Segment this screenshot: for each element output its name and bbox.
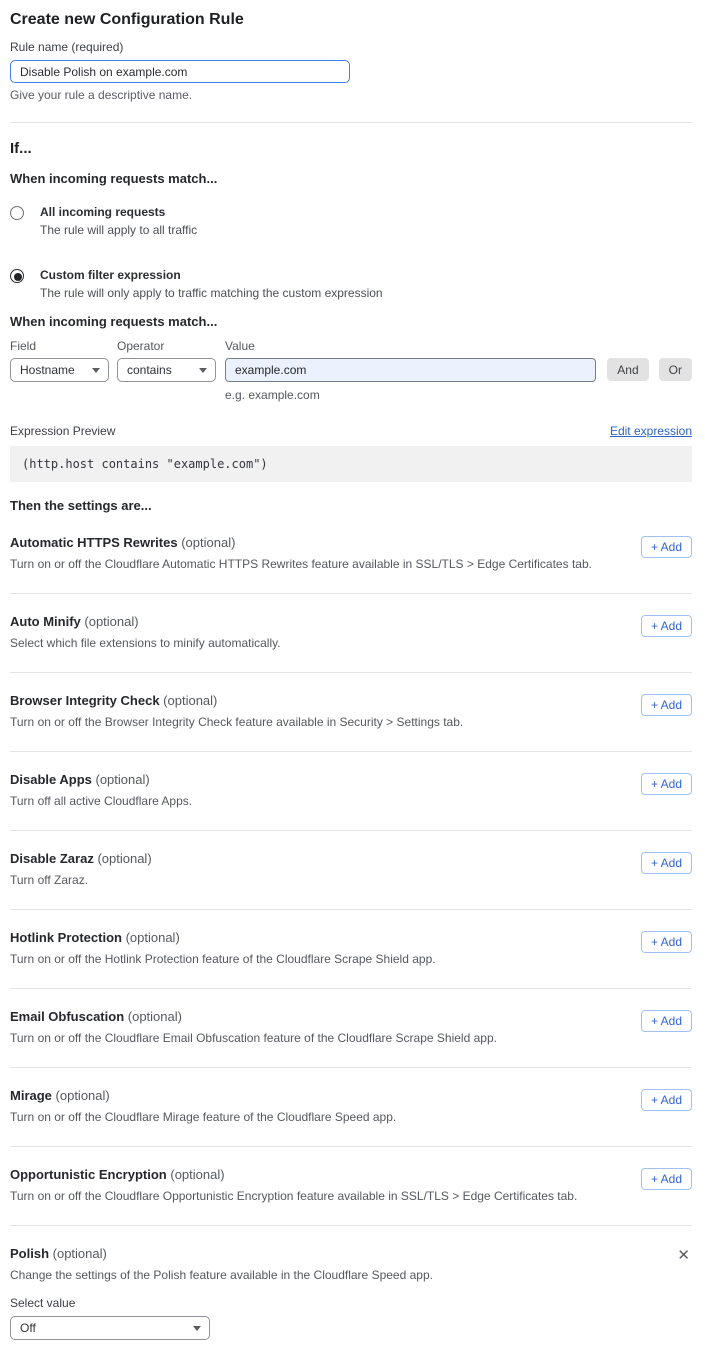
setting-description: Turn on or off the Hotlink Protection fe… — [10, 952, 629, 966]
radio-option-all-incoming-requests[interactable]: All incoming requests The rule will appl… — [10, 205, 692, 237]
setting-item: Hotlink Protection (optional) Turn on or… — [10, 910, 692, 989]
setting-description: Turn off Zaraz. — [10, 873, 629, 887]
setting-description: Turn on or off the Browser Integrity Che… — [10, 715, 629, 729]
create-configuration-rule-page: Create new Configuration Rule Rule name … — [0, 0, 705, 1352]
setting-description: Turn on or off the Cloudflare Opportunis… — [10, 1189, 629, 1203]
field-select-value: Hostname — [20, 363, 75, 377]
if-heading: If... — [10, 140, 692, 157]
setting-name: Disable Apps — [10, 772, 92, 787]
page-title: Create new Configuration Rule — [10, 9, 692, 29]
or-button[interactable]: Or — [659, 358, 692, 381]
matcher-heading: When incoming requests match... — [10, 314, 692, 329]
setting-item: Opportunistic Encryption (optional) Turn… — [10, 1147, 692, 1226]
chevron-down-icon — [199, 368, 207, 373]
add-setting-button[interactable]: + Add — [641, 931, 692, 953]
rule-name-input[interactable] — [10, 60, 350, 83]
add-setting-button[interactable]: + Add — [641, 852, 692, 874]
polish-select-value: Off — [20, 1321, 36, 1335]
setting-description: Turn on or off the Cloudflare Mirage fea… — [10, 1110, 629, 1124]
radio-button-icon[interactable] — [10, 206, 24, 220]
rule-name-help: Give your rule a descriptive name. — [10, 88, 692, 102]
setting-optional-suffix: (optional) — [97, 851, 151, 866]
setting-name: Mirage — [10, 1088, 52, 1103]
add-setting-button[interactable]: + Add — [641, 1168, 692, 1190]
setting-item: Browser Integrity Check (optional) Turn … — [10, 673, 692, 752]
request-match-radio-group: All incoming requests The rule will appl… — [10, 205, 692, 300]
field-select[interactable]: Hostname — [10, 358, 109, 382]
setting-item: Disable Zaraz (optional) Turn off Zaraz.… — [10, 831, 692, 910]
operator-select[interactable]: contains — [117, 358, 216, 382]
incoming-requests-match-heading: When incoming requests match... — [10, 171, 692, 186]
setting-optional-suffix: (optional) — [126, 930, 180, 945]
expression-preview-label: Expression Preview — [10, 424, 115, 438]
radio-button-icon[interactable] — [10, 269, 24, 283]
setting-item: Mirage (optional) Turn on or off the Clo… — [10, 1068, 692, 1147]
setting-name: Email Obfuscation — [10, 1009, 124, 1024]
setting-name: Hotlink Protection — [10, 930, 122, 945]
radio-option-label: All incoming requests — [40, 205, 197, 219]
setting-item: Email Obfuscation (optional) Turn on or … — [10, 989, 692, 1068]
select-value-label: Select value — [10, 1296, 692, 1310]
setting-name: Opportunistic Encryption — [10, 1167, 167, 1182]
setting-optional-suffix: (optional) — [163, 693, 217, 708]
setting-description: Turn on or off the Cloudflare Automatic … — [10, 557, 629, 571]
setting-name: Disable Zaraz — [10, 851, 94, 866]
value-help: e.g. example.com — [225, 388, 596, 402]
setting-name: Auto Minify — [10, 614, 81, 629]
radio-option-description: The rule will apply to all traffic — [40, 223, 197, 237]
setting-description: Change the settings of the Polish featur… — [10, 1268, 675, 1282]
add-setting-button[interactable]: + Add — [641, 773, 692, 795]
setting-optional-suffix: (optional) — [96, 772, 150, 787]
then-settings-heading: Then the settings are... — [10, 498, 692, 513]
setting-name: Browser Integrity Check — [10, 693, 160, 708]
add-setting-button[interactable]: + Add — [641, 694, 692, 716]
setting-optional-suffix: (optional) — [181, 535, 235, 550]
and-button[interactable]: And — [607, 358, 648, 381]
operator-label: Operator — [117, 339, 216, 353]
setting-description: Turn on or off the Cloudflare Email Obfu… — [10, 1031, 629, 1045]
setting-name: Polish — [10, 1246, 49, 1261]
settings-list: Automatic HTTPS Rewrites (optional) Turn… — [10, 515, 692, 1226]
setting-optional-suffix: (optional) — [128, 1009, 182, 1024]
setting-item: Automatic HTTPS Rewrites (optional) Turn… — [10, 515, 692, 594]
polish-setting-section: Polish (optional) Change the settings of… — [10, 1226, 692, 1340]
setting-optional-suffix: (optional) — [56, 1088, 110, 1103]
add-setting-button[interactable]: + Add — [641, 615, 692, 637]
setting-description: Select which file extensions to minify a… — [10, 636, 629, 650]
edit-expression-link[interactable]: Edit expression — [610, 424, 692, 438]
setting-item: Auto Minify (optional) Select which file… — [10, 594, 692, 673]
operator-select-value: contains — [127, 363, 172, 377]
setting-description: Turn off all active Cloudflare Apps. — [10, 794, 629, 808]
chevron-down-icon — [193, 1326, 201, 1331]
setting-optional-suffix: (optional) — [170, 1167, 224, 1182]
expression-preview-code: (http.host contains "example.com") — [10, 446, 692, 482]
setting-optional-suffix: (optional) — [84, 614, 138, 629]
section-divider — [10, 122, 692, 123]
setting-item: Disable Apps (optional) Turn off all act… — [10, 752, 692, 831]
chevron-down-icon — [92, 368, 100, 373]
radio-option-label: Custom filter expression — [40, 268, 383, 282]
polish-value-select[interactable]: Off — [10, 1316, 210, 1340]
setting-name: Automatic HTTPS Rewrites — [10, 535, 178, 550]
value-input[interactable] — [225, 358, 596, 382]
rule-name-label: Rule name (required) — [10, 40, 692, 54]
close-icon[interactable]: ✕ — [675, 1246, 692, 1265]
add-setting-button[interactable]: + Add — [641, 1010, 692, 1032]
field-label: Field — [10, 339, 109, 353]
radio-option-custom-filter-expression[interactable]: Custom filter expression The rule will o… — [10, 268, 692, 300]
add-setting-button[interactable]: + Add — [641, 1089, 692, 1111]
condition-row: Field Hostname Operator contains Value e… — [10, 339, 692, 402]
value-label: Value — [225, 339, 596, 353]
add-setting-button[interactable]: + Add — [641, 536, 692, 558]
setting-optional-suffix: (optional) — [53, 1246, 107, 1261]
radio-option-description: The rule will only apply to traffic matc… — [40, 286, 383, 300]
